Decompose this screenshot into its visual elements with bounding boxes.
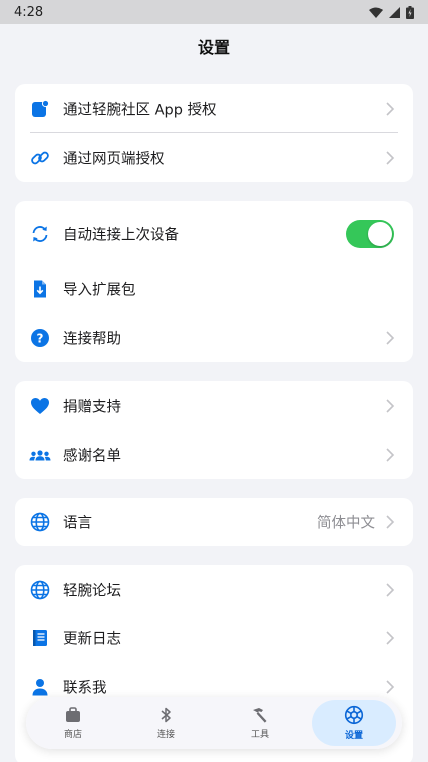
settings-row-label: 感谢名单 xyxy=(63,448,121,465)
tab-label: 工具 xyxy=(250,730,269,740)
tab-label: 连接 xyxy=(156,730,175,740)
gear-icon xyxy=(344,705,364,725)
chevron-right-icon xyxy=(386,331,395,345)
chevron-right-icon xyxy=(386,399,395,413)
tab-settings[interactable]: 设置 xyxy=(312,700,396,746)
person-icon xyxy=(29,676,51,698)
settings-row-auto-connect: 自动连接上次设备 xyxy=(15,210,413,258)
chevron-right-icon xyxy=(386,515,395,529)
people-icon xyxy=(29,444,51,466)
settings-row-app-auth[interactable]: 通过轻腕社区 App 授权 xyxy=(15,85,413,133)
settings-row-language[interactable]: 语言 简体中文 xyxy=(15,498,413,546)
sync-icon xyxy=(29,223,51,245)
bluetooth-icon xyxy=(161,707,171,723)
settings-row-label: 导入扩展包 xyxy=(63,282,136,299)
settings-row-label: 自动连接上次设备 xyxy=(63,227,179,244)
settings-row-label: 捐赠支持 xyxy=(63,399,121,416)
settings-row-import-extension[interactable]: 导入扩展包 xyxy=(15,265,413,313)
hammer-icon xyxy=(253,708,267,723)
settings-row-label: 通过网页端授权 xyxy=(63,151,165,168)
settings-row-donate[interactable]: 捐赠支持 xyxy=(15,382,413,430)
chevron-right-icon xyxy=(386,448,395,462)
file-import-icon xyxy=(29,278,51,300)
globe-icon xyxy=(29,511,51,533)
settings-row-label: 通过轻腕社区 App 授权 xyxy=(63,102,217,119)
settings-row-label: 连接帮助 xyxy=(63,331,121,348)
tab-store[interactable]: 商店 xyxy=(31,700,115,746)
chevron-right-icon xyxy=(386,680,395,694)
status-icons xyxy=(369,5,414,19)
tab-tools[interactable]: 工具 xyxy=(218,700,302,746)
toggle-knob xyxy=(368,222,392,246)
device-card: 自动连接上次设备 导入扩展包 ? 连接帮助 xyxy=(15,201,413,362)
settings-row-label: 语言 xyxy=(63,515,92,532)
tab-connect[interactable]: 连接 xyxy=(124,700,208,746)
settings-row-label: 轻腕论坛 xyxy=(63,583,121,600)
link-icon xyxy=(29,147,51,169)
tab-label: 商店 xyxy=(63,730,82,740)
status-time: 4:28 xyxy=(14,4,44,20)
bag-icon xyxy=(66,707,80,722)
settings-row-changelog[interactable]: 更新日志 xyxy=(15,614,413,662)
book-icon xyxy=(29,627,51,649)
signal-icon xyxy=(389,6,400,18)
bottom-tab-bar: 商店 连接 工具 设置 xyxy=(26,697,402,749)
tab-label: 设置 xyxy=(344,731,363,741)
divider xyxy=(30,132,398,133)
auto-connect-toggle[interactable] xyxy=(346,220,394,248)
battery-icon xyxy=(406,5,414,19)
support-card: 捐赠支持 感谢名单 xyxy=(15,381,413,479)
wifi-icon xyxy=(369,7,383,18)
help-icon: ? xyxy=(29,327,51,349)
chevron-right-icon xyxy=(386,631,395,645)
page-title: 设置 xyxy=(197,38,230,57)
settings-row-credits[interactable]: 感谢名单 xyxy=(15,431,413,479)
settings-row-web-auth[interactable]: 通过网页端授权 xyxy=(15,134,413,182)
svg-text:?: ? xyxy=(37,332,44,346)
heart-icon xyxy=(29,395,51,417)
globe-icon xyxy=(29,579,51,601)
settings-row-connect-help[interactable]: ? 连接帮助 xyxy=(15,314,413,362)
app-badge-icon xyxy=(29,98,51,120)
chevron-right-icon xyxy=(386,102,395,116)
auth-card: 通过轻腕社区 App 授权 通过网页端授权 xyxy=(15,84,413,182)
settings-row-label: 更新日志 xyxy=(63,631,121,648)
settings-row-label: 联系我 xyxy=(63,680,107,697)
status-bar: 4:28 xyxy=(0,0,428,24)
language-card: 语言 简体中文 xyxy=(15,498,413,546)
chevron-right-icon xyxy=(386,583,395,597)
chevron-right-icon xyxy=(386,151,395,165)
settings-row-forum[interactable]: 轻腕论坛 xyxy=(15,566,413,614)
language-value: 简体中文 xyxy=(317,515,375,532)
